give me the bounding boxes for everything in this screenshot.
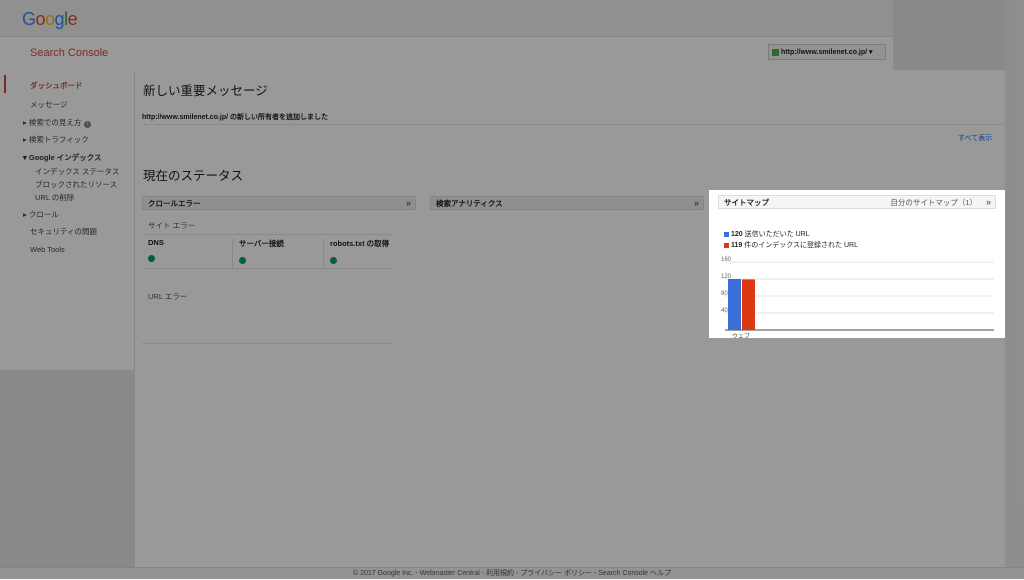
dns-status: DNS bbox=[143, 238, 233, 268]
logo-letter: G bbox=[22, 9, 36, 29]
legend-label: 送信いただいた URL bbox=[744, 231, 810, 238]
sidebar bbox=[0, 70, 135, 370]
robots-label: robots.txt の取得 bbox=[330, 239, 390, 248]
google-logo[interactable]: Google bbox=[22, 9, 78, 30]
logo-letter: o bbox=[35, 9, 46, 29]
divider bbox=[142, 343, 392, 344]
sitemap-card: サイトマップ 自分のサイトマップ（1） » 120 送信いただいた URL 11… bbox=[709, 190, 1005, 338]
bar-1 bbox=[742, 279, 755, 330]
check-icon bbox=[148, 255, 155, 262]
sidebar-item-label: 検索での見え方 bbox=[28, 118, 82, 127]
sidebar-item-appearance[interactable]: ▸ 検索での見え方 i bbox=[23, 117, 92, 128]
scrollbar-track[interactable] bbox=[1005, 0, 1024, 579]
message-row[interactable]: http://www.smilenet.co.jp/ の新しい所有者を追加しまし… bbox=[142, 112, 1004, 125]
sidebar-item-web-tools[interactable]: Web Tools bbox=[30, 245, 65, 254]
legend-value: 120 bbox=[731, 231, 743, 238]
check-icon bbox=[239, 257, 246, 264]
robots-status: robots.txt の取得 bbox=[325, 238, 392, 268]
sidebar-item-label: Google インデックス bbox=[28, 153, 102, 162]
sitemap-chart: 1601208040ウェブ bbox=[721, 257, 994, 338]
legend-value: 119 bbox=[731, 242, 743, 249]
dns-label: DNS bbox=[148, 238, 164, 247]
legend-label: 件のインデックスに登録された URL bbox=[744, 242, 858, 249]
product-title[interactable]: Search Console bbox=[30, 47, 108, 59]
sidebar-item-google-index[interactable]: ▾ Google インデックス bbox=[23, 152, 102, 163]
sidebar-item-label: 検索トラフィック bbox=[28, 135, 89, 144]
double-chevron-right-icon: » bbox=[693, 198, 699, 208]
crawl-errors-title: クロールエラー bbox=[148, 199, 201, 208]
y-tick-label: 40 bbox=[721, 308, 728, 314]
sidebar-item-messages[interactable]: メッセージ bbox=[30, 99, 67, 110]
search-analytics-title: 検索アナリティクス bbox=[436, 199, 503, 208]
site-errors-label: サイト エラー bbox=[148, 221, 196, 230]
y-tick-label: 160 bbox=[721, 257, 732, 263]
message-text: の新しい所有者を追加しました bbox=[228, 114, 329, 121]
sidebar-item-traffic[interactable]: ▸ 検索トラフィック bbox=[23, 134, 89, 145]
logo-letter: o bbox=[45, 9, 55, 29]
double-chevron-right-icon: » bbox=[985, 197, 991, 207]
sitemap-title: サイトマップ bbox=[724, 198, 769, 207]
site-favicon-icon bbox=[772, 48, 779, 56]
logo-letter: g bbox=[54, 9, 65, 29]
property-url: http://www.smilenet.co.jp/ bbox=[781, 49, 868, 56]
legend-swatch bbox=[724, 231, 729, 237]
sidebar-item-label: クロール bbox=[28, 210, 59, 219]
sidebar-item-dashboard[interactable]: ダッシュボード bbox=[30, 80, 83, 91]
sitemap-header[interactable]: サイトマップ 自分のサイトマップ（1） » bbox=[718, 195, 996, 209]
legend-swatch bbox=[724, 242, 729, 248]
top-bar: Google bbox=[0, 0, 893, 37]
divider bbox=[142, 268, 392, 269]
server-label: サーバー接続 bbox=[239, 239, 284, 248]
product-bar: Search Console http://www.smilenet.co.jp… bbox=[0, 37, 893, 71]
y-tick-label: 80 bbox=[721, 291, 728, 297]
server-status: サーバー接続 bbox=[234, 238, 324, 268]
message-site: http://www.smilenet.co.jp/ bbox=[142, 114, 229, 121]
view-all-link[interactable]: すべて表示 bbox=[958, 133, 992, 143]
property-selector[interactable]: http://www.smilenet.co.jp/ ▾ bbox=[768, 44, 886, 60]
bar-0 bbox=[728, 279, 741, 330]
status-heading: 現在のステータス bbox=[143, 169, 244, 183]
divider bbox=[142, 234, 392, 235]
check-icon bbox=[330, 257, 337, 264]
footer: © 2017 Google Inc. - Webmaster Central -… bbox=[0, 567, 1024, 580]
logo-letter: e bbox=[67, 9, 78, 29]
double-chevron-right-icon: » bbox=[405, 198, 411, 208]
sidebar-item-blocked-resources[interactable]: ブロックされたリソース bbox=[35, 179, 117, 190]
chevron-down-icon: ▾ bbox=[869, 49, 873, 56]
my-sitemaps-link[interactable]: 自分のサイトマップ（1） bbox=[890, 196, 977, 209]
active-indicator bbox=[4, 75, 6, 93]
sidebar-item-security[interactable]: セキュリティの問題 bbox=[30, 226, 97, 237]
legend-submitted: 120 送信いただいた URL bbox=[724, 229, 810, 239]
messages-heading: 新しい重要メッセージ bbox=[143, 84, 268, 98]
legend-indexed: 119 件のインデックスに登録された URL bbox=[724, 240, 858, 250]
crawl-errors-header[interactable]: クロールエラー » bbox=[142, 196, 416, 210]
x-tick-label: ウェブ bbox=[732, 332, 750, 338]
search-analytics-header[interactable]: 検索アナリティクス » bbox=[430, 196, 704, 210]
sidebar-item-crawl[interactable]: ▸ クロール bbox=[23, 209, 59, 220]
sidebar-item-index-status[interactable]: インデックス ステータス bbox=[35, 166, 119, 177]
sidebar-item-url-removal[interactable]: URL の削除 bbox=[35, 192, 74, 203]
url-errors-label: URL エラー bbox=[148, 292, 188, 301]
info-icon[interactable]: i bbox=[84, 121, 92, 128]
